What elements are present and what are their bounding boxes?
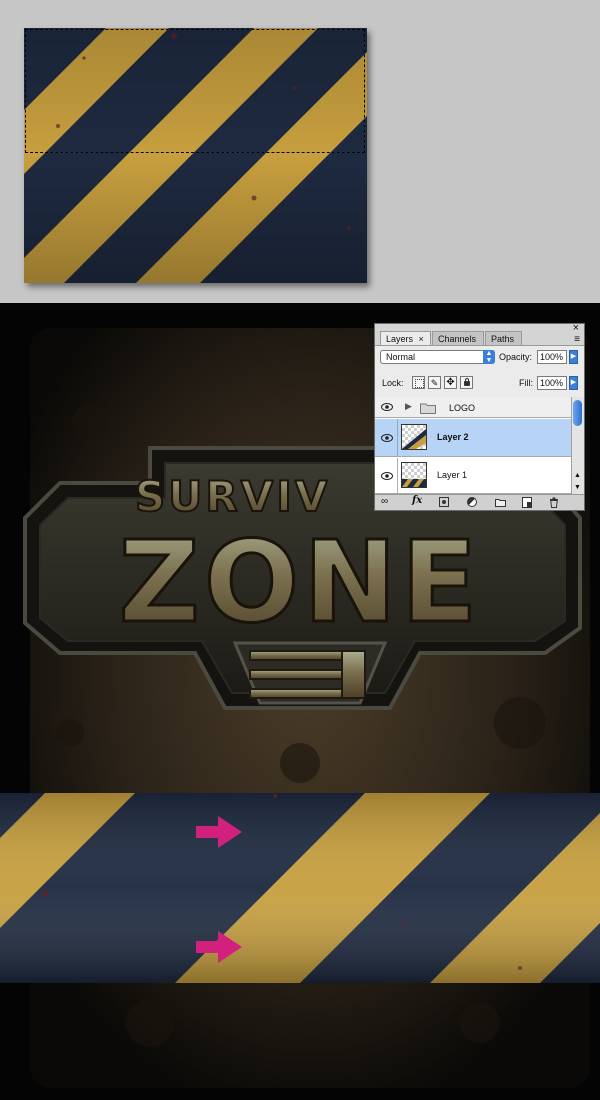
- eye-icon[interactable]: [381, 472, 393, 480]
- layer-row-layer-1[interactable]: Layer 1: [375, 458, 571, 494]
- layers-panel: × ≡ Layers × Channels Paths Normal ▲ ▼ Op…: [374, 322, 585, 511]
- opacity-input[interactable]: 100%: [537, 350, 567, 364]
- lock-position-icon[interactable]: ✥: [444, 376, 457, 389]
- layer-name-layer-2: Layer 2: [437, 432, 469, 442]
- folder-icon: [420, 403, 436, 414]
- new-layer-icon[interactable]: [522, 497, 532, 508]
- opacity-value: 100%: [540, 352, 564, 362]
- fx-icon[interactable]: fx: [412, 495, 422, 506]
- lock-label: Lock:: [382, 378, 404, 388]
- scroll-down-icon[interactable]: ▼: [574, 484, 581, 491]
- layer-row-layer-2[interactable]: Layer 2: [375, 419, 571, 457]
- eye-icon[interactable]: [381, 403, 393, 411]
- panel-menu-icon[interactable]: ≡: [574, 334, 580, 345]
- tab-channels[interactable]: Channels: [432, 331, 484, 346]
- arrow-right-icon: [196, 931, 242, 963]
- lock-pixels-icon[interactable]: ✎: [428, 376, 441, 389]
- hazard-band: [0, 793, 600, 983]
- layer-thumbnail: [401, 424, 427, 450]
- tab-channels-label: Channels: [438, 334, 477, 344]
- chevron-updown-icon: ▲ ▼: [483, 350, 495, 364]
- tab-layers[interactable]: Layers ×: [380, 331, 431, 346]
- fill-label: Fill:: [519, 378, 533, 388]
- layer-thumbnail: [401, 462, 427, 488]
- lock-all-icon[interactable]: [460, 376, 473, 389]
- trash-icon[interactable]: [549, 497, 559, 508]
- fill-value: 100%: [540, 378, 564, 388]
- fill-input[interactable]: 100%: [537, 376, 567, 390]
- lock-transparent-icon[interactable]: [412, 376, 425, 389]
- scrollbar-thumb[interactable]: [573, 400, 582, 426]
- tab-layers-label: Layers: [386, 334, 414, 344]
- tab-paths-label: Paths: [491, 334, 515, 344]
- fill-slider-button[interactable]: ▶: [569, 376, 578, 390]
- adjustment-icon[interactable]: [467, 497, 477, 507]
- blend-mode-value: Normal: [386, 352, 416, 362]
- scroll-up-icon[interactable]: ▲: [574, 472, 581, 479]
- tab-close-icon[interactable]: ×: [419, 334, 424, 344]
- logo-survival-text: SURVIV: [135, 472, 330, 521]
- link-icon[interactable]: ∞: [381, 496, 388, 507]
- layer-name-logo: LOGO: [449, 403, 476, 413]
- blend-mode-select[interactable]: Normal ▲ ▼: [380, 350, 495, 364]
- layers-scrollbar[interactable]: ▲ ▼: [571, 397, 584, 494]
- mask-icon[interactable]: [439, 497, 449, 507]
- row-divider: [397, 419, 398, 457]
- layer-row-logo[interactable]: ▶ LOGO: [375, 397, 571, 418]
- disclosure-triangle-icon[interactable]: ▶: [405, 401, 412, 412]
- panel-close-icon[interactable]: ×: [573, 322, 579, 334]
- layer-name-layer-1: Layer 1: [437, 470, 468, 480]
- selection-marquee[interactable]: [25, 29, 365, 153]
- opacity-slider-button[interactable]: ▶: [569, 350, 578, 364]
- logo-zone-text: ZONE: [119, 518, 482, 648]
- arrow-right-icon: [196, 816, 242, 848]
- folder-icon[interactable]: [495, 498, 506, 507]
- tab-paths[interactable]: Paths: [485, 331, 522, 346]
- layers-bottom-toolbar: ∞ fx: [375, 494, 584, 510]
- opacity-label: Opacity:: [499, 352, 533, 362]
- row-divider: [397, 458, 398, 494]
- eye-icon[interactable]: [381, 434, 393, 442]
